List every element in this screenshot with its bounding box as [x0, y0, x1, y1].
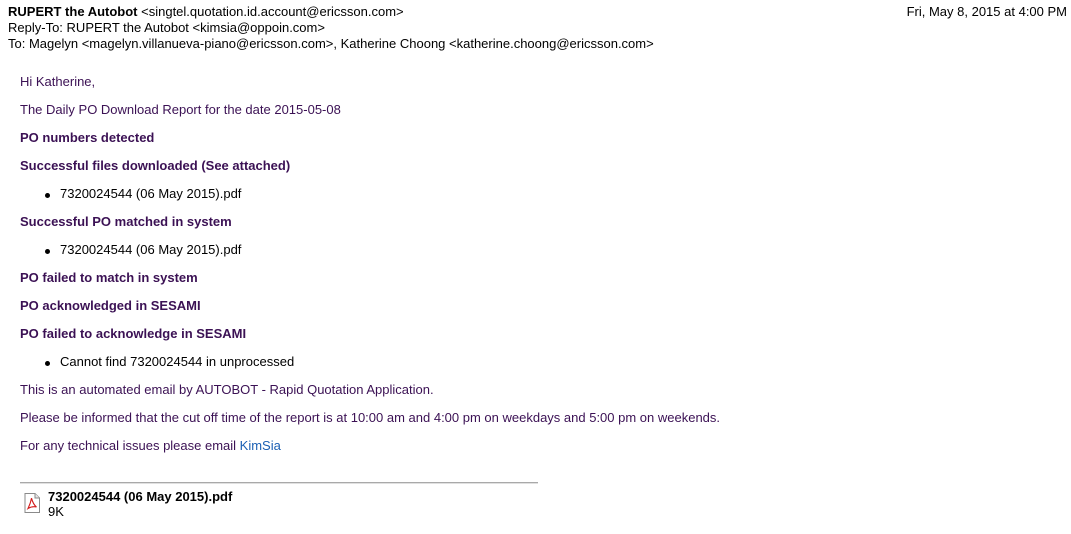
to-label: To: — [8, 36, 26, 51]
attachment-info: 7320024544 (06 May 2015).pdf 9K — [48, 489, 232, 519]
failed-ack-heading: PO failed to acknowledge in SESAMI — [20, 326, 247, 341]
sender-name[interactable]: RUPERT the Autobot — [8, 4, 138, 19]
failed-match-heading: PO failed to match in system — [20, 270, 198, 285]
list-item: 7320024544 (06 May 2015).pdf — [20, 185, 1060, 213]
reply-to-value: RUPERT the Autobot <kimsia@oppoin.com> — [66, 20, 325, 35]
to-line: To: Magelyn <magelyn.villanueva-piano@er… — [8, 36, 1067, 52]
matched-list: 7320024544 (06 May 2015).pdf — [20, 241, 1060, 269]
report-intro: The Daily PO Download Report for the dat… — [20, 102, 341, 117]
attachment-size: 9K — [48, 504, 64, 519]
failed-ack-list: Cannot find 7320024544 in unprocessed — [20, 353, 1060, 381]
support-line: For any technical issues please email Ki… — [20, 437, 1060, 465]
support-prefix: For any technical issues please email — [20, 438, 240, 453]
email-date: Fri, May 8, 2015 at 4:00 PM — [906, 4, 1067, 19]
acknowledged-heading: PO acknowledged in SESAMI — [20, 298, 201, 313]
email-body: Hi Katherine, The Daily PO Download Repo… — [20, 73, 1060, 465]
matched-heading: Successful PO matched in system — [20, 214, 232, 229]
attachment-divider — [20, 482, 538, 484]
email-header: RUPERT the Autobot <singtel.quotation.id… — [8, 4, 1067, 52]
attachment-item[interactable]: 7320024544 (06 May 2015).pdf 9K — [24, 489, 232, 519]
po-detected-heading: PO numbers detected — [20, 130, 155, 145]
reply-to-line: Reply-To: RUPERT the Autobot <kimsia@opp… — [8, 20, 1067, 36]
attachment-name[interactable]: 7320024544 (06 May 2015).pdf — [48, 489, 232, 504]
to-value: Magelyn <magelyn.villanueva-piano@ericss… — [28, 36, 654, 51]
cutoff-note: Please be informed that the cut off time… — [20, 410, 721, 425]
downloaded-heading: Successful files downloaded (See attache… — [20, 158, 291, 173]
pdf-file-icon — [24, 493, 40, 513]
automated-note: This is an automated email by AUTOBOT - … — [20, 382, 434, 397]
list-item: Cannot find 7320024544 in unprocessed — [20, 353, 1060, 381]
downloaded-list: 7320024544 (06 May 2015).pdf — [20, 185, 1060, 213]
reply-to-label: Reply-To: — [8, 20, 63, 35]
sender-email: <singtel.quotation.id.account@ericsson.c… — [141, 4, 404, 19]
greeting: Hi Katherine, — [20, 74, 96, 89]
list-item: 7320024544 (06 May 2015).pdf — [20, 241, 1060, 269]
support-email-link[interactable]: KimSia — [240, 438, 281, 453]
